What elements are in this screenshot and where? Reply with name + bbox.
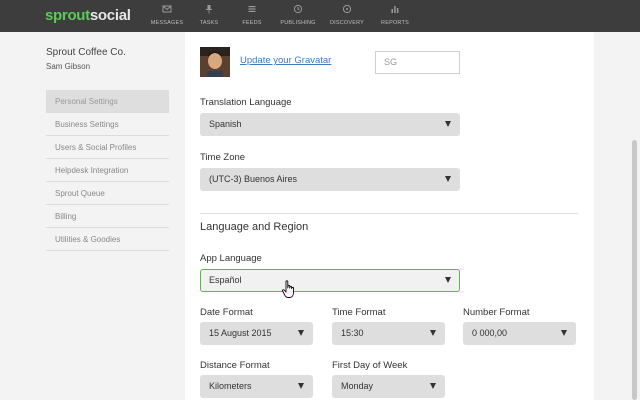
bar-chart-icon	[391, 6, 399, 13]
distance-format-select[interactable]: Kilometers	[200, 375, 313, 398]
app-language-label: App Language	[200, 253, 262, 264]
sprout-social-logo[interactable]: sproutsocial	[45, 7, 131, 24]
nav-discovery-label: DISCOVERY	[329, 20, 365, 26]
sidebar-item-utilities-goodies[interactable]: Utilities & Goodies	[46, 228, 169, 251]
sidebar-item-sprout-queue[interactable]: Sprout Queue	[46, 182, 169, 205]
company-name: Sprout Coffee Co.	[46, 47, 126, 58]
number-format-label: Number Format	[463, 307, 530, 318]
discovery-icon	[342, 4, 352, 14]
page-scrollbar[interactable]	[630, 32, 640, 400]
first-day-of-week-select[interactable]: Monday	[332, 375, 445, 398]
chevron-down-icon	[445, 277, 451, 283]
sidebar-item-business-settings[interactable]: Business Settings	[46, 113, 169, 136]
number-format-value: 0 000,00	[472, 328, 508, 338]
time-zone-value: (UTC-3) Buenos Aires	[209, 174, 298, 184]
nav-publishing-label: PUBLISHING	[280, 20, 316, 26]
update-gravatar-link[interactable]: Update your Gravatar	[240, 55, 331, 66]
hand-cursor-icon	[282, 280, 294, 298]
chevron-down-icon	[430, 383, 436, 389]
date-format-select[interactable]: 15 August 2015	[200, 322, 313, 345]
time-format-label: Time Format	[332, 307, 386, 318]
date-format-label: Date Format	[200, 307, 253, 318]
chevron-down-icon	[445, 176, 451, 182]
nav-feeds-label: FEEDS	[242, 20, 262, 26]
translation-language-select[interactable]: Spanish	[200, 113, 460, 136]
settings-menu: Personal Settings Business Settings User…	[46, 90, 169, 251]
user-name: Sam Gibson	[46, 62, 91, 71]
sidebar-item-helpdesk-integration[interactable]: Helpdesk Integration	[46, 159, 169, 182]
scrollbar-thumb[interactable]	[632, 140, 637, 400]
paper-plane-icon	[293, 4, 303, 14]
number-format-select[interactable]: 0 000,00	[463, 322, 576, 345]
chevron-down-icon	[430, 330, 436, 336]
sidebar-item-personal-settings[interactable]: Personal Settings	[46, 90, 169, 113]
nav-discovery[interactable]: DISCOVERY	[322, 4, 372, 26]
envelope-icon	[162, 5, 172, 13]
sidebar-item-billing[interactable]: Billing	[46, 205, 169, 228]
first-day-of-week-value: Monday	[341, 381, 374, 391]
time-format-value: 15:30	[341, 328, 364, 338]
logo-part-sprout: sprout	[45, 7, 90, 24]
avatar-photo-icon	[200, 47, 230, 77]
chevron-down-icon	[298, 383, 304, 389]
nav-reports[interactable]: REPORTS	[370, 4, 420, 26]
settings-sidebar: Sprout Coffee Co. Sam Gibson Personal Se…	[0, 32, 185, 400]
app-language-value: Español	[209, 275, 242, 285]
translation-language-label: Translation Language	[200, 97, 292, 108]
time-zone-label: Time Zone	[200, 152, 246, 163]
time-zone-select[interactable]: (UTC-3) Buenos Aires	[200, 168, 460, 191]
app-language-select[interactable]: Español	[200, 269, 460, 292]
pin-icon	[206, 5, 212, 14]
language-region-heading: Language and Region	[200, 221, 309, 233]
avatar	[200, 47, 230, 77]
distance-format-value: Kilometers	[209, 381, 252, 391]
section-divider	[200, 213, 578, 214]
chevron-down-icon	[445, 121, 451, 127]
translation-language-value: Spanish	[209, 119, 242, 129]
time-format-select[interactable]: 15:30	[332, 322, 445, 345]
sidebar-item-users-social-profiles[interactable]: Users & Social Profiles	[46, 136, 169, 159]
first-day-of-week-label: First Day of Week	[332, 360, 408, 371]
chevron-down-icon	[298, 330, 304, 336]
date-format-value: 15 August 2015	[209, 328, 272, 338]
nav-reports-label: REPORTS	[381, 20, 409, 26]
chevron-down-icon	[561, 330, 567, 336]
nav-feeds[interactable]: FEEDS	[227, 4, 277, 26]
distance-format-label: Distance Format	[200, 360, 270, 371]
top-navigation-bar: sproutsocial MESSAGES TASKS FEEDS PUBLIS…	[0, 0, 640, 32]
feeds-icon	[248, 6, 256, 12]
initials-input[interactable]: SG	[375, 51, 460, 74]
nav-publishing[interactable]: PUBLISHING	[273, 4, 323, 26]
logo-part-social: social	[89, 7, 131, 24]
personal-settings-panel: Update your Gravatar SG Translation Lang…	[185, 32, 594, 400]
